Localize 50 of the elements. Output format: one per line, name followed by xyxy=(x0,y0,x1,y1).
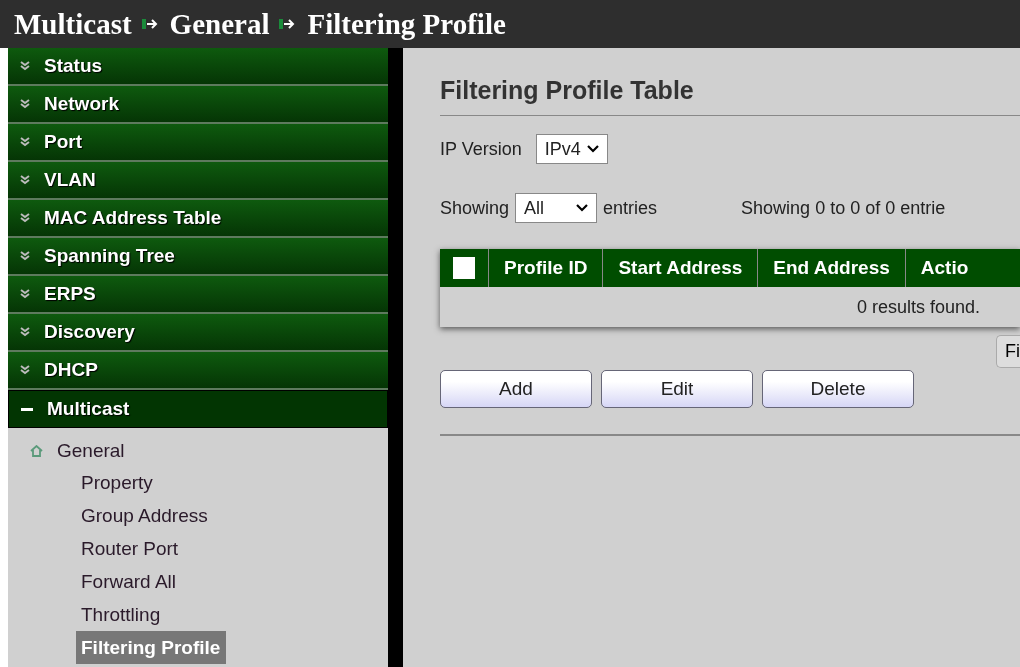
action-button[interactable]: Delete xyxy=(762,370,914,408)
field-label: Showing xyxy=(440,197,510,219)
expand-icon xyxy=(20,365,30,375)
breadcrumb-item: Multicast xyxy=(14,7,132,41)
menu-item[interactable]: Spanning Tree xyxy=(8,238,388,276)
menu-item[interactable]: ERPS xyxy=(8,276,388,314)
expand-icon xyxy=(20,137,30,147)
column-header: Profile ID xyxy=(489,249,604,287)
empty-message: 0 results found. xyxy=(856,296,980,318)
submenu-link[interactable]: Forward All xyxy=(8,565,388,598)
submenu-link[interactable]: Group Address xyxy=(8,499,388,532)
ip-version-select[interactable]: IPv4 xyxy=(535,134,608,164)
menu-item[interactable]: Network xyxy=(8,86,388,124)
expand-icon xyxy=(20,251,30,261)
breadcrumb-item: Filtering Profile xyxy=(307,7,506,41)
field-label: IP Version xyxy=(440,138,522,160)
menu-item[interactable]: DHCP xyxy=(8,352,388,390)
submenu-item[interactable]: General xyxy=(8,436,388,466)
submenu-link[interactable]: Throttling xyxy=(8,598,388,631)
expand-icon xyxy=(20,99,30,109)
column-header: Start Address xyxy=(603,249,759,287)
entries-select[interactable]: All xyxy=(515,193,598,223)
pager-button[interactable]: Fi xyxy=(996,335,1020,368)
column-header: Actio xyxy=(919,256,969,280)
submenu-link[interactable]: Router Port xyxy=(8,532,388,565)
menu-item[interactable]: Port xyxy=(8,124,388,162)
select-all-checkbox[interactable] xyxy=(453,257,475,279)
field-label: entries xyxy=(603,197,658,219)
menu-item[interactable]: VLAN xyxy=(8,162,388,200)
menu-item[interactable]: MAC Address Table xyxy=(8,200,388,238)
page-heading: Filtering Profile Table xyxy=(440,76,695,105)
expand-icon xyxy=(20,327,30,337)
menu-item[interactable]: Multicast xyxy=(8,390,388,428)
menu-item[interactable]: Status xyxy=(8,48,388,86)
action-button[interactable]: Edit xyxy=(601,370,753,408)
expand-icon xyxy=(20,213,30,223)
chevron-icon xyxy=(576,204,589,212)
submenu-link[interactable]: Property xyxy=(8,466,388,499)
chevron-icon xyxy=(586,145,599,153)
submenu-link[interactable]: Filtering Profile xyxy=(76,631,227,664)
menu-item[interactable]: Discovery xyxy=(8,314,388,352)
expand-icon xyxy=(20,175,30,185)
column-header: End Address xyxy=(758,249,906,287)
expand-icon xyxy=(20,61,30,71)
action-button[interactable]: Add xyxy=(440,370,592,408)
expand-icon xyxy=(20,289,30,299)
arrow-icon xyxy=(141,16,160,32)
breadcrumb-item: General xyxy=(169,7,270,41)
home-icon xyxy=(30,445,43,457)
entries-info: Showing 0 to 0 of 0 entrie xyxy=(741,197,946,219)
